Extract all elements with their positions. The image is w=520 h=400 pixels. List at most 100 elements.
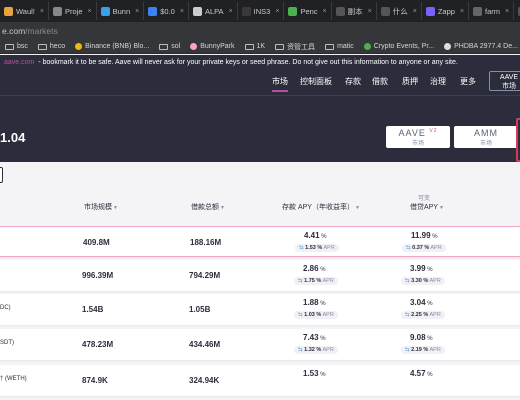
- tab-close-icon[interactable]: ×: [368, 8, 372, 15]
- apr-label: APR: [321, 278, 334, 284]
- bookmark-item[interactable]: PHDBA 2977.4 De...: [439, 43, 520, 50]
- tab-close-icon[interactable]: ×: [505, 8, 509, 15]
- tab-favicon-icon: [53, 6, 62, 16]
- total-borrowed-value: 794.29M: [189, 271, 221, 280]
- nav-item[interactable]: 市场: [272, 76, 288, 92]
- deposit-apr-value: 1.75 %: [304, 278, 322, 284]
- tab-close-icon[interactable]: ×: [135, 8, 139, 15]
- header-deposit-apy[interactable]: 存款 APY（年收益率）▼: [282, 202, 360, 212]
- filter-toggle[interactable]: [0, 167, 3, 183]
- browser-tab[interactable]: INS3 ×: [238, 2, 285, 20]
- borrow-apr-badge: ⇆ 2.25 % APR: [401, 311, 445, 319]
- tab-favicon-icon: [192, 6, 202, 16]
- nav-item[interactable]: 借款: [372, 76, 388, 87]
- total-borrowed-value: 434.46M: [189, 340, 221, 349]
- total-borrowed-value: 1.05B: [189, 305, 211, 314]
- bookmark-item[interactable]: matic: [320, 43, 359, 50]
- bookmark-item[interactable]: Binance (BNB) Blo...: [70, 43, 154, 50]
- nav-item[interactable]: 质押: [402, 76, 418, 87]
- bookmark-label: heco: [49, 43, 66, 50]
- bookmark-item[interactable]: sol: [154, 43, 185, 50]
- table-row[interactable]: 409.8M 188.16M 4.41 % ⇆ 1.53 % APR 11.99 % ⇆ …: [0, 226, 520, 257]
- tab-label: Penc: [300, 6, 318, 16]
- browser-tab[interactable]: $0.0 ×: [144, 2, 189, 20]
- tab-label: Proje: [65, 6, 83, 16]
- nav-item[interactable]: 更多: [460, 76, 476, 87]
- nav-item[interactable]: 控制面板: [300, 76, 332, 87]
- tab-close-icon[interactable]: ×: [323, 8, 327, 15]
- deposit-apy-value: 1.53 %: [303, 369, 326, 378]
- folder-icon: [159, 43, 169, 50]
- browser-url-bar[interactable]: e.com/markets: [0, 22, 520, 40]
- percent-sign: %: [430, 234, 438, 240]
- borrow-apy-number: 4.57: [410, 369, 426, 378]
- tab-label: farm: [485, 6, 501, 16]
- bookmark-item[interactable]: Crypto Events, Pr...: [359, 43, 439, 50]
- browser-tab[interactable]: ForTu×: [514, 2, 520, 20]
- tab-favicon-icon: [473, 6, 483, 16]
- header-total-borrowed[interactable]: 借款总额▼: [191, 202, 225, 212]
- tab-label: Bunn: [112, 6, 131, 16]
- nav-item[interactable]: 治理: [430, 76, 446, 87]
- binance-icon: [75, 43, 83, 50]
- url-text[interactable]: e.com/markets: [2, 26, 58, 36]
- aave-v2-market-button[interactable]: AAVE V2 市场: [386, 126, 450, 148]
- amm-market-button[interactable]: AMM 市场: [454, 126, 518, 148]
- bookmark-label: BunnyPark: [200, 43, 235, 50]
- banner-text: - bookmark it to be safe. Aave will neve…: [38, 58, 458, 66]
- tab-close-icon[interactable]: ×: [180, 8, 184, 15]
- browser-tab[interactable]: 什么 ×: [377, 2, 422, 20]
- table-header: 市场规模▼ 借款总额▼ 存款 APY（年收益率）▼ 可变 借贷APY▼: [0, 190, 520, 220]
- table-row[interactable]: SDT) 478.23M 434.46M 7.43 % ⇆ 1.32 % APR 9.08…: [0, 329, 520, 360]
- apr-label: APR: [321, 312, 334, 318]
- browser-tab[interactable]: Penc ×: [284, 2, 332, 20]
- tab-close-icon[interactable]: ×: [229, 8, 233, 15]
- aave-market-switcher[interactable]: AAVE 市场: [489, 71, 520, 91]
- borrow-apy-number: 9.08: [410, 333, 426, 342]
- tab-close-icon[interactable]: ×: [40, 8, 44, 15]
- percent-sign: %: [318, 301, 326, 307]
- tab-favicon-icon: [288, 6, 298, 16]
- market-size-value: 409.8M: [83, 238, 110, 247]
- header-borrow-apy[interactable]: 可变 借贷APY▼: [410, 196, 444, 212]
- tab-close-icon[interactable]: ×: [275, 8, 279, 15]
- deposit-apy-number: 7.43: [303, 333, 319, 342]
- nav-item[interactable]: 存款: [345, 76, 361, 87]
- deposit-apr-value: 1.53 %: [305, 245, 323, 251]
- bookmark-item[interactable]: BunnyPark: [185, 43, 239, 50]
- total-borrowed-value: 188.16M: [190, 238, 222, 247]
- banner-domain: aave.com: [4, 58, 35, 66]
- tab-label: ALPA: [204, 6, 224, 16]
- table-row[interactable]: DC) 1.54B 1.05B 1.88 % ⇆ 1.03 % APR 3.04 % ⇆ 2…: [0, 294, 520, 325]
- browser-tab[interactable]: 副本 ×: [332, 2, 377, 20]
- tab-close-icon[interactable]: ×: [88, 8, 92, 15]
- browser-tab[interactable]: Bunn ×: [97, 2, 145, 20]
- bookmark-item[interactable]: heco: [33, 43, 70, 50]
- tab-close-icon[interactable]: ×: [460, 8, 464, 15]
- aave-v2-sub: 市场: [411, 141, 424, 147]
- total-borrowed-value: 324.94K: [189, 376, 220, 385]
- percent-sign: %: [425, 372, 433, 378]
- bookmark-label: Binance (BNB) Blo...: [85, 43, 150, 50]
- deposit-apr-badge: ⇆ 1.53 % APR: [295, 244, 339, 252]
- deposit-apr-badge: ⇆ 1.32 % APR: [294, 346, 338, 354]
- browser-tab[interactable]: ALPA ×: [189, 2, 238, 20]
- browser-tab[interactable]: Waul! ×: [0, 2, 49, 20]
- bookmark-item[interactable]: 资管工具: [270, 42, 320, 52]
- bookmark-item[interactable]: 1K: [240, 43, 271, 50]
- header-market-size[interactable]: 市场规模▼: [84, 202, 118, 212]
- tab-close-icon[interactable]: ×: [413, 8, 417, 15]
- deposit-apy-value: 1.88 %: [303, 298, 326, 307]
- browser-tab[interactable]: Zapp ×: [422, 2, 470, 20]
- table-row[interactable]: † (WETH) 874.9K 324.94K 1.53 % 4.57 %: [0, 365, 520, 396]
- borrow-apy-value: 3.04 %: [410, 298, 433, 307]
- asset-name: † (WETH): [0, 376, 27, 382]
- tab-favicon-icon: [148, 6, 158, 16]
- table-row[interactable]: 996.39M 794.29M 2.86 % ⇆ 1.75 % APR 3.99 % ⇆ …: [0, 260, 520, 291]
- browser-tab[interactable]: Proje ×: [49, 2, 97, 20]
- deposit-apr-badge: ⇆ 1.03 % APR: [294, 311, 338, 319]
- bookmark-item[interactable]: bsc: [0, 43, 33, 50]
- hero-strip: [0, 95, 520, 118]
- browser-tab[interactable]: farm ×: [469, 2, 515, 20]
- deposit-apy-value: 4.41 %: [304, 231, 327, 240]
